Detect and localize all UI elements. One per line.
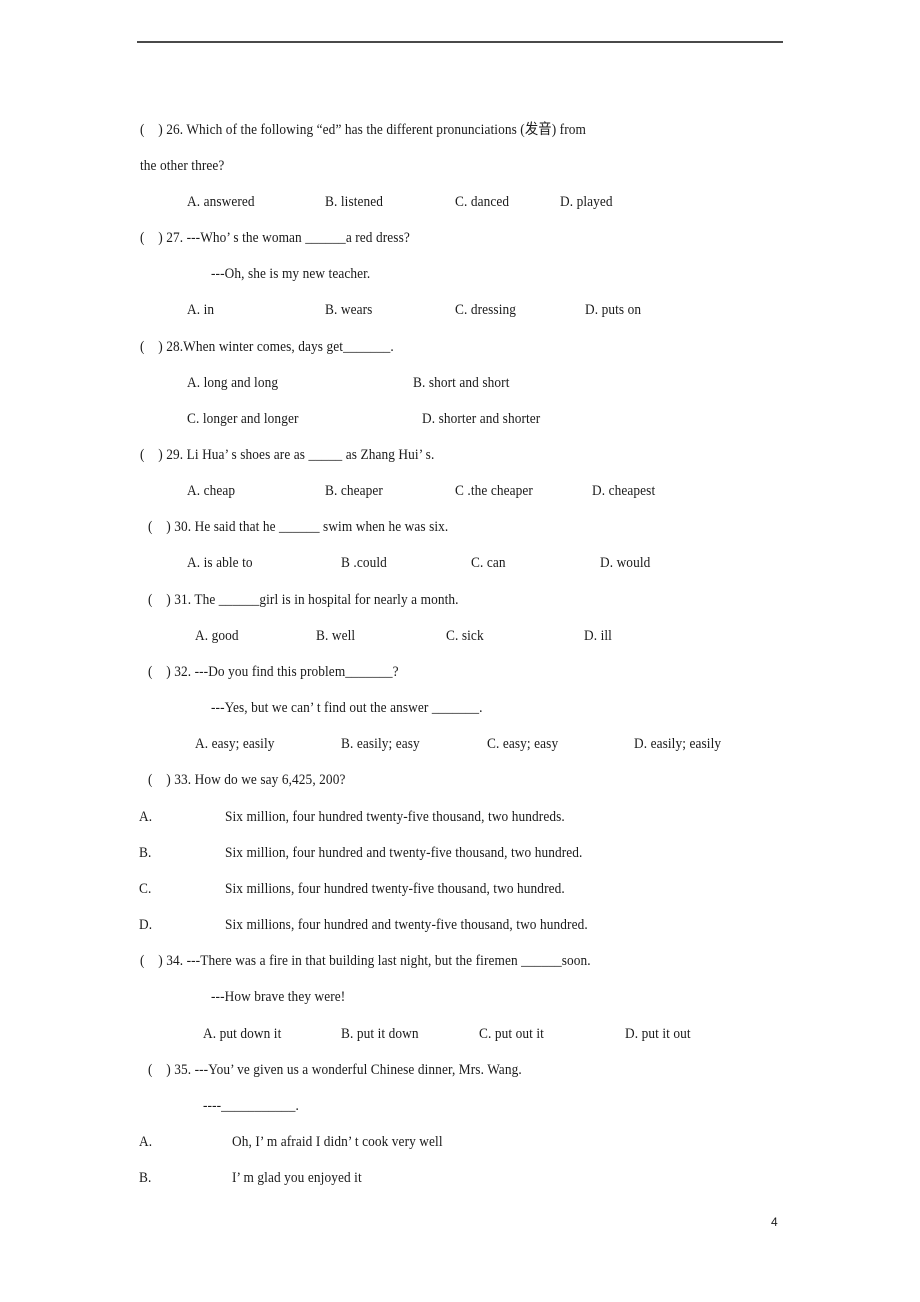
option-a: A. cheap <box>187 483 236 499</box>
answer-paren[interactable]: ( ) <box>148 1062 171 1078</box>
option-b-letter: B. <box>139 1170 152 1186</box>
answer-paren[interactable]: ( ) <box>148 519 171 535</box>
question-stem: ( ) 28.When winter comes, days get______… <box>140 339 394 355</box>
option-d-letter: D. <box>139 917 153 933</box>
option-b: B. wears <box>325 302 373 318</box>
option-c: C .the cheaper <box>455 483 533 499</box>
question-stem: ( ) 33. How do we say 6,425, 200? <box>148 772 346 788</box>
option-c: C. easy; easy <box>487 736 559 752</box>
option-d-text: Six millions, four hundred and twenty-fi… <box>225 917 588 933</box>
option-c: C. longer and longer <box>187 411 299 427</box>
question-stem: ( ) 29. Li Hua’ s shoes are as _____ as … <box>140 447 435 463</box>
question-stem: ( ) 34. ---There was a fire in that buil… <box>140 953 591 969</box>
option-a-text: Oh, I’ m afraid I didn’ t cook very well <box>232 1134 443 1150</box>
option-b: B .could <box>341 555 387 571</box>
option-a: A. put down it <box>203 1026 282 1042</box>
option-a: A. is able to <box>187 555 253 571</box>
option-b-letter: B. <box>139 845 152 861</box>
option-b-text: Six million, four hundred and twenty-fiv… <box>225 845 583 861</box>
answer-paren[interactable]: ( ) <box>140 122 163 138</box>
option-c: C. danced <box>455 194 510 210</box>
option-c: C. can <box>471 555 506 571</box>
option-a: A. good <box>195 628 239 644</box>
dialogue-response: ----___________. <box>203 1098 299 1114</box>
option-a: A. in <box>187 302 215 318</box>
option-b-text: I’ m glad you enjoyed it <box>232 1170 362 1186</box>
answer-paren[interactable]: ( ) <box>148 592 171 608</box>
option-d: D. cheapest <box>592 483 656 499</box>
option-a: A. long and long <box>187 375 279 391</box>
option-c-letter: C. <box>139 881 152 897</box>
answer-paren[interactable]: ( ) <box>140 230 163 246</box>
option-d: D. easily; easily <box>634 736 722 752</box>
option-d: D. ill <box>584 628 612 644</box>
option-b: B. cheaper <box>325 483 383 499</box>
option-a: A. answered <box>187 194 255 210</box>
option-b: B. well <box>316 628 356 644</box>
option-c-text: Six millions, four hundred twenty-five t… <box>225 881 565 897</box>
option-b: B. short and short <box>413 375 510 391</box>
option-d: D. played <box>560 194 613 210</box>
option-c: C. put out it <box>479 1026 544 1042</box>
option-d: D. put it out <box>625 1026 691 1042</box>
dialogue-response: ---Oh, she is my new teacher. <box>211 266 371 282</box>
option-d: D. puts on <box>585 302 642 318</box>
option-d: D. shorter and shorter <box>422 411 541 427</box>
option-a-text: Six million, four hundred twenty-five th… <box>225 809 565 825</box>
option-c: C. sick <box>446 628 484 644</box>
option-a: A. easy; easily <box>195 736 275 752</box>
answer-paren[interactable]: ( ) <box>148 772 171 788</box>
option-a-letter: A. <box>139 1134 153 1150</box>
question-stem: ( ) 31. The ______girl is in hospital fo… <box>148 592 459 608</box>
answer-paren[interactable]: ( ) <box>140 953 163 969</box>
header-rule <box>137 41 783 43</box>
option-c: C. dressing <box>455 302 517 318</box>
question-stem-cont: the other three? <box>140 158 225 174</box>
answer-paren[interactable]: ( ) <box>140 339 163 355</box>
question-stem: ( ) 30. He said that he ______ swim when… <box>148 519 449 535</box>
dialogue-response: ---Yes, but we can’ t find out the answe… <box>211 700 483 716</box>
question-stem: ( ) 27. ---Who’ s the woman ______a red … <box>140 230 410 246</box>
answer-paren[interactable]: ( ) <box>140 447 163 463</box>
question-stem: ( ) 26. Which of the following “ed” has … <box>140 122 586 138</box>
option-b: B. easily; easy <box>341 736 420 752</box>
answer-paren[interactable]: ( ) <box>148 664 171 680</box>
option-d: D. would <box>600 555 651 571</box>
option-b: B. put it down <box>341 1026 419 1042</box>
page-number: 4 <box>771 1215 778 1229</box>
dialogue-response: ---How brave they were! <box>211 989 346 1005</box>
question-stem: ( ) 35. ---You’ ve given us a wonderful … <box>148 1062 522 1078</box>
option-b: B. listened <box>325 194 384 210</box>
option-a-letter: A. <box>139 809 153 825</box>
question-stem: ( ) 32. ---Do you find this problem_____… <box>148 664 399 680</box>
